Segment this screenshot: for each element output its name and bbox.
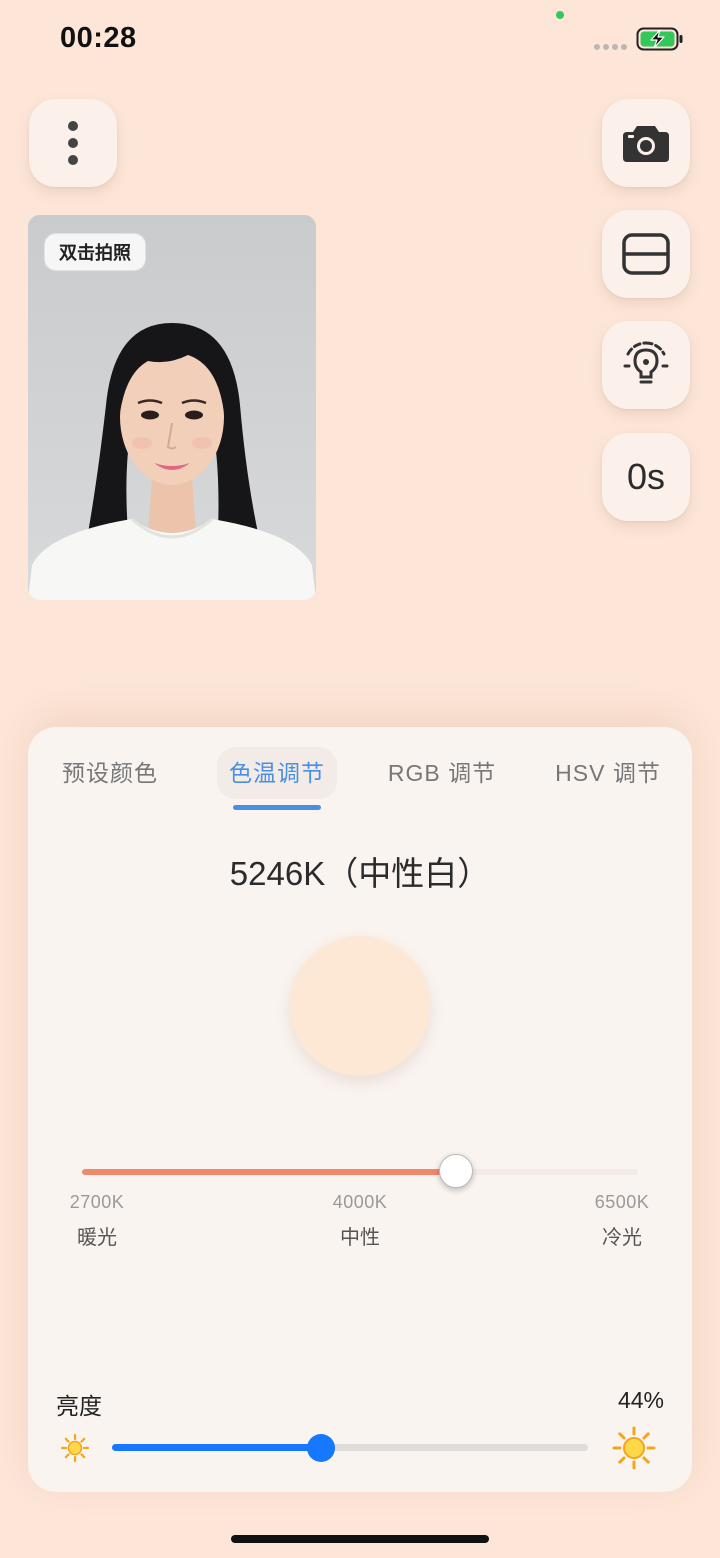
battery-icon [636, 27, 684, 56]
camera-preview[interactable]: 双击拍照 [28, 215, 316, 600]
bulb-icon [623, 341, 669, 384]
color-control-panel: 预设颜色 色温调节 RGB 调节 HSV 调节 5246K（中性白） 2700K… [28, 727, 692, 1492]
home-indicator [231, 1535, 489, 1543]
temperature-slider-thumb[interactable] [438, 1154, 473, 1188]
brightness-slider-fill [112, 1444, 322, 1451]
camera-button[interactable] [602, 99, 690, 187]
more-menu-button[interactable] [29, 99, 117, 187]
camera-icon [623, 126, 669, 162]
scale-cool-label: 冷光 [602, 1227, 642, 1249]
tab-preset-colors[interactable]: 预设颜色 [50, 747, 170, 799]
brightness-label: 亮度 [56, 1393, 102, 1419]
brightness-value: 44% [617, 1387, 664, 1413]
tab-rgb[interactable]: RGB 调节 [384, 747, 500, 799]
temperature-slider[interactable] [82, 1154, 638, 1188]
tab-hsv[interactable]: HSV 调节 [550, 747, 666, 799]
more-vertical-icon [68, 121, 78, 165]
scale-neutral-k: 4000K [332, 1192, 388, 1212]
tab-color-temperature[interactable]: 色温调节 [217, 747, 337, 799]
temperature-readout: 5246K（中性白） [229, 855, 491, 892]
scale-neutral: 4000K 中性 [305, 1192, 415, 1250]
scale-cool: 6500K 冷光 [567, 1192, 677, 1250]
status-time: 00:28 [60, 22, 137, 54]
split-layout-button[interactable] [602, 210, 690, 298]
double-tap-hint: 双击拍照 [44, 233, 146, 271]
signal-icon [594, 44, 627, 50]
scale-warm-k: 2700K [69, 1192, 125, 1212]
timer-label: 0s [626, 456, 666, 497]
scale-cool-k: 6500K [594, 1192, 650, 1212]
temperature-slider-fill [82, 1169, 455, 1175]
privacy-indicator [556, 11, 564, 19]
fill-light-button[interactable] [602, 321, 690, 409]
split-layout-icon [622, 233, 670, 275]
status-bar: 00:28 [0, 0, 720, 80]
scale-warm-label: 暖光 [77, 1227, 117, 1249]
portrait-image [28, 215, 316, 600]
timer-button[interactable]: 0s [602, 433, 690, 521]
brightness-slider[interactable] [112, 1434, 588, 1462]
active-tab-indicator [233, 805, 321, 810]
sun-small-icon [60, 1433, 90, 1463]
brightness-slider-thumb[interactable] [307, 1434, 336, 1462]
scale-neutral-label: 中性 [340, 1227, 380, 1249]
sun-large-icon [612, 1426, 656, 1470]
scale-warm: 2700K 暖光 [42, 1192, 152, 1250]
color-preview-swatch [290, 936, 430, 1076]
